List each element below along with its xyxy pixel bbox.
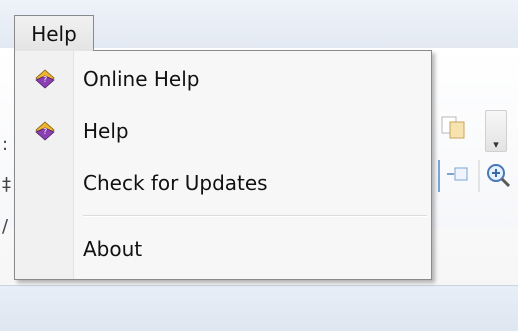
menu-item-help[interactable]: ? Help bbox=[15, 109, 431, 153]
partial-glyph: ‡ bbox=[2, 174, 11, 195]
help-book-icon: ? bbox=[35, 69, 55, 89]
toolbar-dropdown-button[interactable]: ▾ bbox=[485, 110, 507, 152]
help-menu-label: Help bbox=[31, 21, 77, 46]
partial-glyph: / bbox=[2, 216, 9, 237]
zoom-in-icon[interactable] bbox=[487, 164, 511, 188]
help-book-icon: ? bbox=[35, 121, 55, 141]
menu-item-label: Help bbox=[83, 119, 129, 143]
svg-text:?: ? bbox=[43, 127, 47, 136]
application-window: Help : ‡ / ▾ ? Online Help ? Help Check … bbox=[0, 0, 518, 331]
help-menu-button[interactable]: Help bbox=[14, 15, 94, 51]
menu-bar: Help bbox=[0, 0, 518, 51]
menu-item-about[interactable]: About bbox=[15, 227, 431, 271]
chevron-down-icon: ▾ bbox=[493, 138, 499, 151]
svg-text:?: ? bbox=[43, 75, 47, 84]
menu-item-label: About bbox=[83, 237, 143, 261]
menu-item-label: Check for Updates bbox=[83, 171, 268, 195]
toolbar-icons bbox=[438, 160, 511, 192]
menu-item-online-help[interactable]: ? Online Help bbox=[15, 57, 431, 101]
partial-glyph: : bbox=[2, 134, 9, 155]
status-bar bbox=[0, 285, 518, 331]
menu-item-check-for-updates[interactable]: Check for Updates bbox=[15, 161, 431, 205]
menu-separator bbox=[83, 215, 427, 217]
help-dropdown-menu: ? Online Help ? Help Check for Updates A… bbox=[14, 50, 432, 280]
menu-item-label: Online Help bbox=[83, 67, 200, 91]
copy-icon[interactable] bbox=[441, 116, 467, 140]
insert-icon[interactable] bbox=[447, 167, 468, 181]
